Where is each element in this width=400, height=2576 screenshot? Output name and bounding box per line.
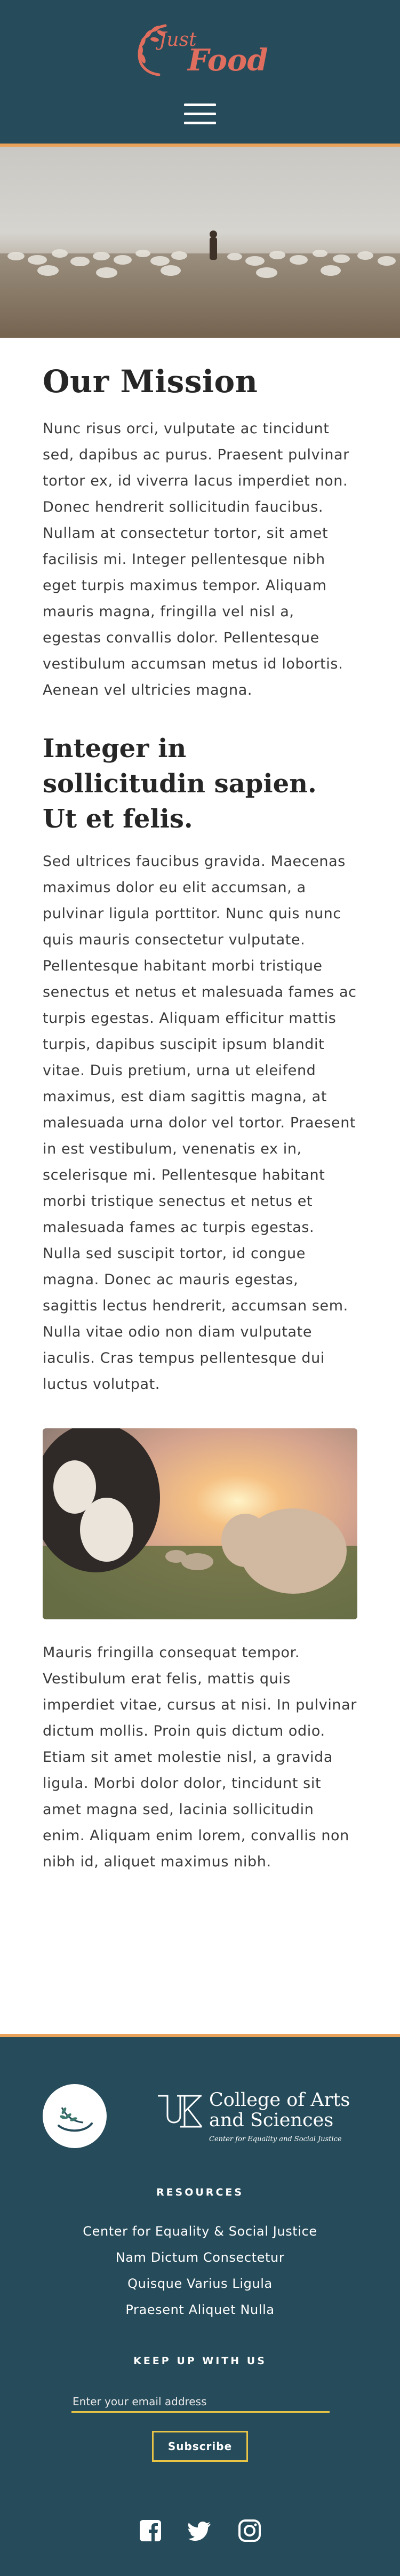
closing-text: Mauris fringilla consequat tempor. Vesti… xyxy=(43,1644,357,1870)
resource-link[interactable]: Nam Dictum Consectetur xyxy=(0,2245,400,2271)
page: Just Food Our Mission Nunc risus orci, v… xyxy=(0,0,400,2576)
mission-title: Our Mission xyxy=(43,363,258,400)
site-header: Just Food xyxy=(0,0,400,147)
resource-link[interactable]: Center for Equality & Social Justice xyxy=(0,2219,400,2245)
college-subtitle: Center for Equality and Social Justice xyxy=(209,2135,342,2143)
site-logo[interactable]: Just Food xyxy=(128,19,272,83)
resource-link[interactable]: Praesent Aliquet Nulla xyxy=(0,2297,400,2323)
instagram-icon[interactable] xyxy=(238,2519,261,2542)
hamburger-menu-icon[interactable] xyxy=(184,104,216,127)
college-title-line-2: and Sciences xyxy=(209,2110,334,2131)
wheat-seal-icon xyxy=(46,2087,103,2145)
resources-links: Center for Equality & Social Justice Nam… xyxy=(0,2219,400,2323)
main-content: Our Mission Nunc risus orci, vulputate a… xyxy=(0,363,400,1875)
hero-image-sheep-field xyxy=(0,147,400,338)
section-text: Sed ultrices faucibus gravida. Maecenas … xyxy=(43,853,357,1393)
resource-link[interactable]: Quisque Varius Ligula xyxy=(0,2271,400,2297)
cows-sunset-image xyxy=(43,1428,357,1619)
menu-bar xyxy=(184,122,216,124)
menu-bar xyxy=(184,113,216,115)
section-title: Integer in sollicitudin sapien. Ut et fe… xyxy=(43,734,317,834)
keep-up-heading: KEEP UP WITH US xyxy=(133,2355,267,2367)
just-food-seal-logo[interactable] xyxy=(43,2084,107,2148)
facebook-icon[interactable] xyxy=(139,2519,162,2542)
uk-logo-icon xyxy=(158,2095,203,2128)
twitter-icon[interactable] xyxy=(188,2519,212,2542)
mission-text: Nunc risus orci, vulputate ac tincidunt … xyxy=(43,420,349,698)
subscribe-button[interactable]: Subscribe xyxy=(152,2431,248,2462)
resources-heading: RESOURCES xyxy=(156,2187,244,2198)
college-title-line-1: College of Arts xyxy=(209,2089,350,2111)
college-logo[interactable]: College of Arts and Sciences Center for … xyxy=(156,2089,358,2148)
site-footer: College of Arts and Sciences Center for … xyxy=(0,2034,400,2576)
logo-text-food: Food xyxy=(188,43,268,78)
email-input[interactable] xyxy=(71,2391,330,2413)
menu-bar xyxy=(184,104,216,106)
